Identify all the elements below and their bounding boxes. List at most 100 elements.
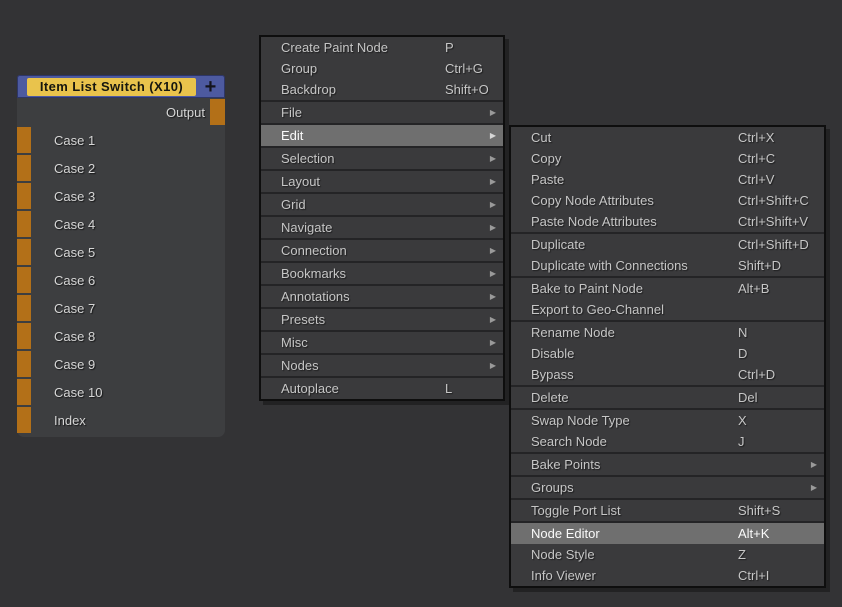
menu-item-layout[interactable]: Layout ▶: [261, 171, 503, 194]
menu-item-delete[interactable]: Delete Del ▶: [511, 387, 824, 410]
submenu-arrow-icon: ▶: [490, 263, 496, 284]
menu-item-shortcut: Ctrl+Shift+C: [738, 190, 809, 211]
input-port-label: Case 7: [54, 301, 95, 316]
input-port-row-case-1: Case 1: [17, 126, 225, 154]
input-port-connector[interactable]: [17, 183, 31, 209]
menu-item-shortcut: Ctrl+G: [445, 58, 483, 79]
menu-item-paste[interactable]: Paste Ctrl+V ▶: [511, 169, 824, 190]
input-port-connector[interactable]: [17, 295, 31, 321]
input-port-connector[interactable]: [17, 407, 31, 433]
input-port-label: Case 4: [54, 217, 95, 232]
menu-item-annotations[interactable]: Annotations ▶: [261, 286, 503, 309]
submenu-arrow-icon: ▶: [490, 194, 496, 215]
menu-item-rename-node[interactable]: Rename Node N ▶: [511, 322, 824, 343]
menu-item-label: Edit: [281, 128, 303, 143]
menu-item-node-style[interactable]: Node Style Z ▶: [511, 544, 824, 565]
menu-item-groups[interactable]: Groups ▶: [511, 477, 824, 500]
input-port-row-case-7: Case 7: [17, 294, 225, 322]
input-port-connector[interactable]: [17, 239, 31, 265]
input-port-label: Case 2: [54, 161, 95, 176]
menu-item-copy-node-attributes[interactable]: Copy Node Attributes Ctrl+Shift+C ▶: [511, 190, 824, 211]
menu-item-shortcut: Ctrl+C: [738, 148, 775, 169]
menu-item-cut[interactable]: Cut Ctrl+X ▶: [511, 127, 824, 148]
submenu-arrow-icon: ▶: [811, 477, 817, 498]
menu-item-export-to-geo-channel[interactable]: Export to Geo-Channel ▶: [511, 299, 824, 322]
add-port-button[interactable]: +: [196, 77, 225, 97]
menu-item-disable[interactable]: Disable D ▶: [511, 343, 824, 364]
menu-item-backdrop[interactable]: Backdrop Shift+O ▶: [261, 79, 503, 102]
menu-item-bypass[interactable]: Bypass Ctrl+D ▶: [511, 364, 824, 387]
input-port-row-index: Index: [17, 406, 225, 434]
input-port-connector[interactable]: [17, 351, 31, 377]
menu-item-swap-node-type[interactable]: Swap Node Type X ▶: [511, 410, 824, 431]
input-port-connector[interactable]: [17, 155, 31, 181]
menu-item-label: Export to Geo-Channel: [531, 302, 664, 317]
menu-item-label: Nodes: [281, 358, 319, 373]
menu-item-bookmarks[interactable]: Bookmarks ▶: [261, 263, 503, 286]
input-port-row-case-2: Case 2: [17, 154, 225, 182]
input-port-connector[interactable]: [17, 379, 31, 405]
input-port-connector[interactable]: [17, 127, 31, 153]
submenu-arrow-icon: ▶: [490, 148, 496, 169]
menu-item-group[interactable]: Group Ctrl+G ▶: [261, 58, 503, 79]
node-editor-canvas: Item List Switch (X10) + Output Case 1 C…: [0, 0, 842, 607]
menu-item-shortcut: J: [738, 431, 745, 452]
menu-item-label: Node Editor: [531, 526, 600, 541]
edit-submenu: Cut Ctrl+X ▶ Copy Ctrl+C ▶ Paste Ctrl+V …: [509, 125, 826, 588]
menu-item-label: Cut: [531, 130, 551, 145]
menu-item-node-editor[interactable]: Node Editor Alt+K ▶: [511, 523, 824, 544]
menu-item-presets[interactable]: Presets ▶: [261, 309, 503, 332]
menu-item-label: Swap Node Type: [531, 413, 630, 428]
input-port-label: Case 8: [54, 329, 95, 344]
submenu-arrow-icon: ▶: [811, 454, 817, 475]
menu-item-shortcut: Ctrl+Shift+D: [738, 234, 809, 255]
node-item-list-switch[interactable]: Item List Switch (X10) + Output Case 1 C…: [17, 75, 225, 437]
menu-item-duplicate-with-connections[interactable]: Duplicate with Connections Shift+D ▶: [511, 255, 824, 278]
input-port-connector[interactable]: [17, 211, 31, 237]
menu-item-label: Delete: [531, 390, 569, 405]
menu-item-navigate[interactable]: Navigate ▶: [261, 217, 503, 240]
node-header[interactable]: Item List Switch (X10) +: [17, 75, 225, 98]
output-port-connector[interactable]: [210, 99, 225, 125]
context-menu: Create Paint Node P ▶ Group Ctrl+G ▶ Bac…: [259, 35, 505, 401]
menu-item-label: Bake to Paint Node: [531, 281, 643, 296]
menu-item-shortcut: Alt+B: [738, 278, 769, 299]
menu-item-bake-points[interactable]: Bake Points ▶: [511, 454, 824, 477]
input-port-connector[interactable]: [17, 323, 31, 349]
menu-item-grid[interactable]: Grid ▶: [261, 194, 503, 217]
menu-item-label: Node Style: [531, 547, 595, 562]
menu-item-search-node[interactable]: Search Node J ▶: [511, 431, 824, 454]
menu-item-label: Autoplace: [281, 381, 339, 396]
menu-item-paste-node-attributes[interactable]: Paste Node Attributes Ctrl+Shift+V ▶: [511, 211, 824, 234]
menu-item-autoplace[interactable]: Autoplace L ▶: [261, 378, 503, 399]
menu-item-label: Layout: [281, 174, 320, 189]
submenu-arrow-icon: ▶: [490, 309, 496, 330]
input-port-row-case-9: Case 9: [17, 350, 225, 378]
menu-item-toggle-port-list[interactable]: Toggle Port List Shift+S ▶: [511, 500, 824, 523]
submenu-arrow-icon: ▶: [490, 355, 496, 376]
input-port-connector[interactable]: [17, 267, 31, 293]
menu-item-create-paint-node[interactable]: Create Paint Node P ▶: [261, 37, 503, 58]
menu-item-info-viewer[interactable]: Info Viewer Ctrl+I ▶: [511, 565, 824, 586]
menu-item-shortcut: Alt+K: [738, 523, 769, 544]
menu-item-label: Duplicate with Connections: [531, 258, 688, 273]
menu-item-copy[interactable]: Copy Ctrl+C ▶: [511, 148, 824, 169]
menu-item-bake-to-paint-node[interactable]: Bake to Paint Node Alt+B ▶: [511, 278, 824, 299]
menu-item-edit[interactable]: Edit ▶: [261, 125, 503, 148]
menu-item-label: Navigate: [281, 220, 332, 235]
menu-item-misc[interactable]: Misc ▶: [261, 332, 503, 355]
menu-item-selection[interactable]: Selection ▶: [261, 148, 503, 171]
menu-item-shortcut: Shift+O: [445, 79, 489, 100]
node-body: Output Case 1 Case 2 Case 3: [17, 98, 225, 437]
menu-item-label: Paste Node Attributes: [531, 214, 657, 229]
menu-item-file[interactable]: File ▶: [261, 102, 503, 125]
menu-item-label: Search Node: [531, 434, 607, 449]
input-port-label: Case 10: [54, 385, 102, 400]
menu-item-duplicate[interactable]: Duplicate Ctrl+Shift+D ▶: [511, 234, 824, 255]
menu-item-connection[interactable]: Connection ▶: [261, 240, 503, 263]
input-port-row-case-10: Case 10: [17, 378, 225, 406]
menu-item-shortcut: Ctrl+D: [738, 364, 775, 385]
menu-item-label: Toggle Port List: [531, 503, 621, 518]
menu-item-shortcut: Del: [738, 387, 758, 408]
menu-item-nodes[interactable]: Nodes ▶: [261, 355, 503, 378]
